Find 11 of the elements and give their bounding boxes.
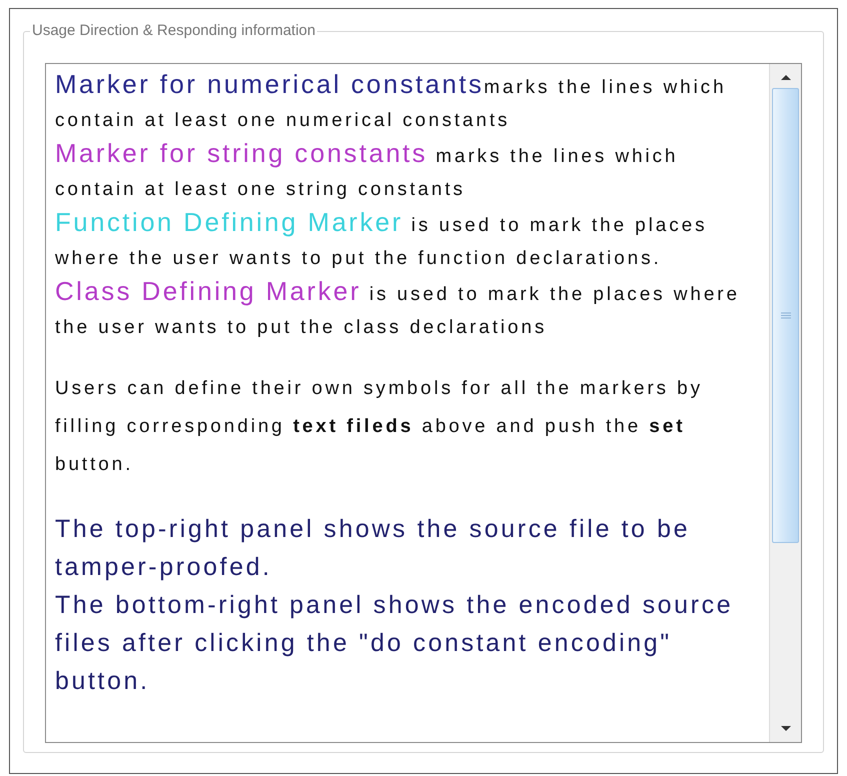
marker-description: Function Defining Marker is used to mark the places where the user wants to put the function declarations.	[55, 206, 708, 271]
group-title: Usage Direction & Responding information	[30, 21, 318, 41]
scrollbar-thumb[interactable]	[772, 88, 799, 543]
panel-note: The top-right panel shows the source file to be tamper-proofed.	[55, 514, 691, 583]
usage-note: Users can define their own symbols for all the markers by filling corresponding text fileds above and push the set button.	[55, 377, 704, 477]
scrollbar[interactable]	[769, 64, 801, 742]
panel-note: The bottom-right panel shows the encoded source files after clicking the "do constant encoding" button.	[55, 590, 734, 697]
grip-icon	[780, 312, 790, 319]
marker-description: Class Defining Marker is used to mark the places where the user wants to put the class declarations	[55, 275, 741, 340]
scroll-down-icon[interactable]	[780, 725, 792, 732]
scroll-up-icon[interactable]	[780, 74, 792, 81]
